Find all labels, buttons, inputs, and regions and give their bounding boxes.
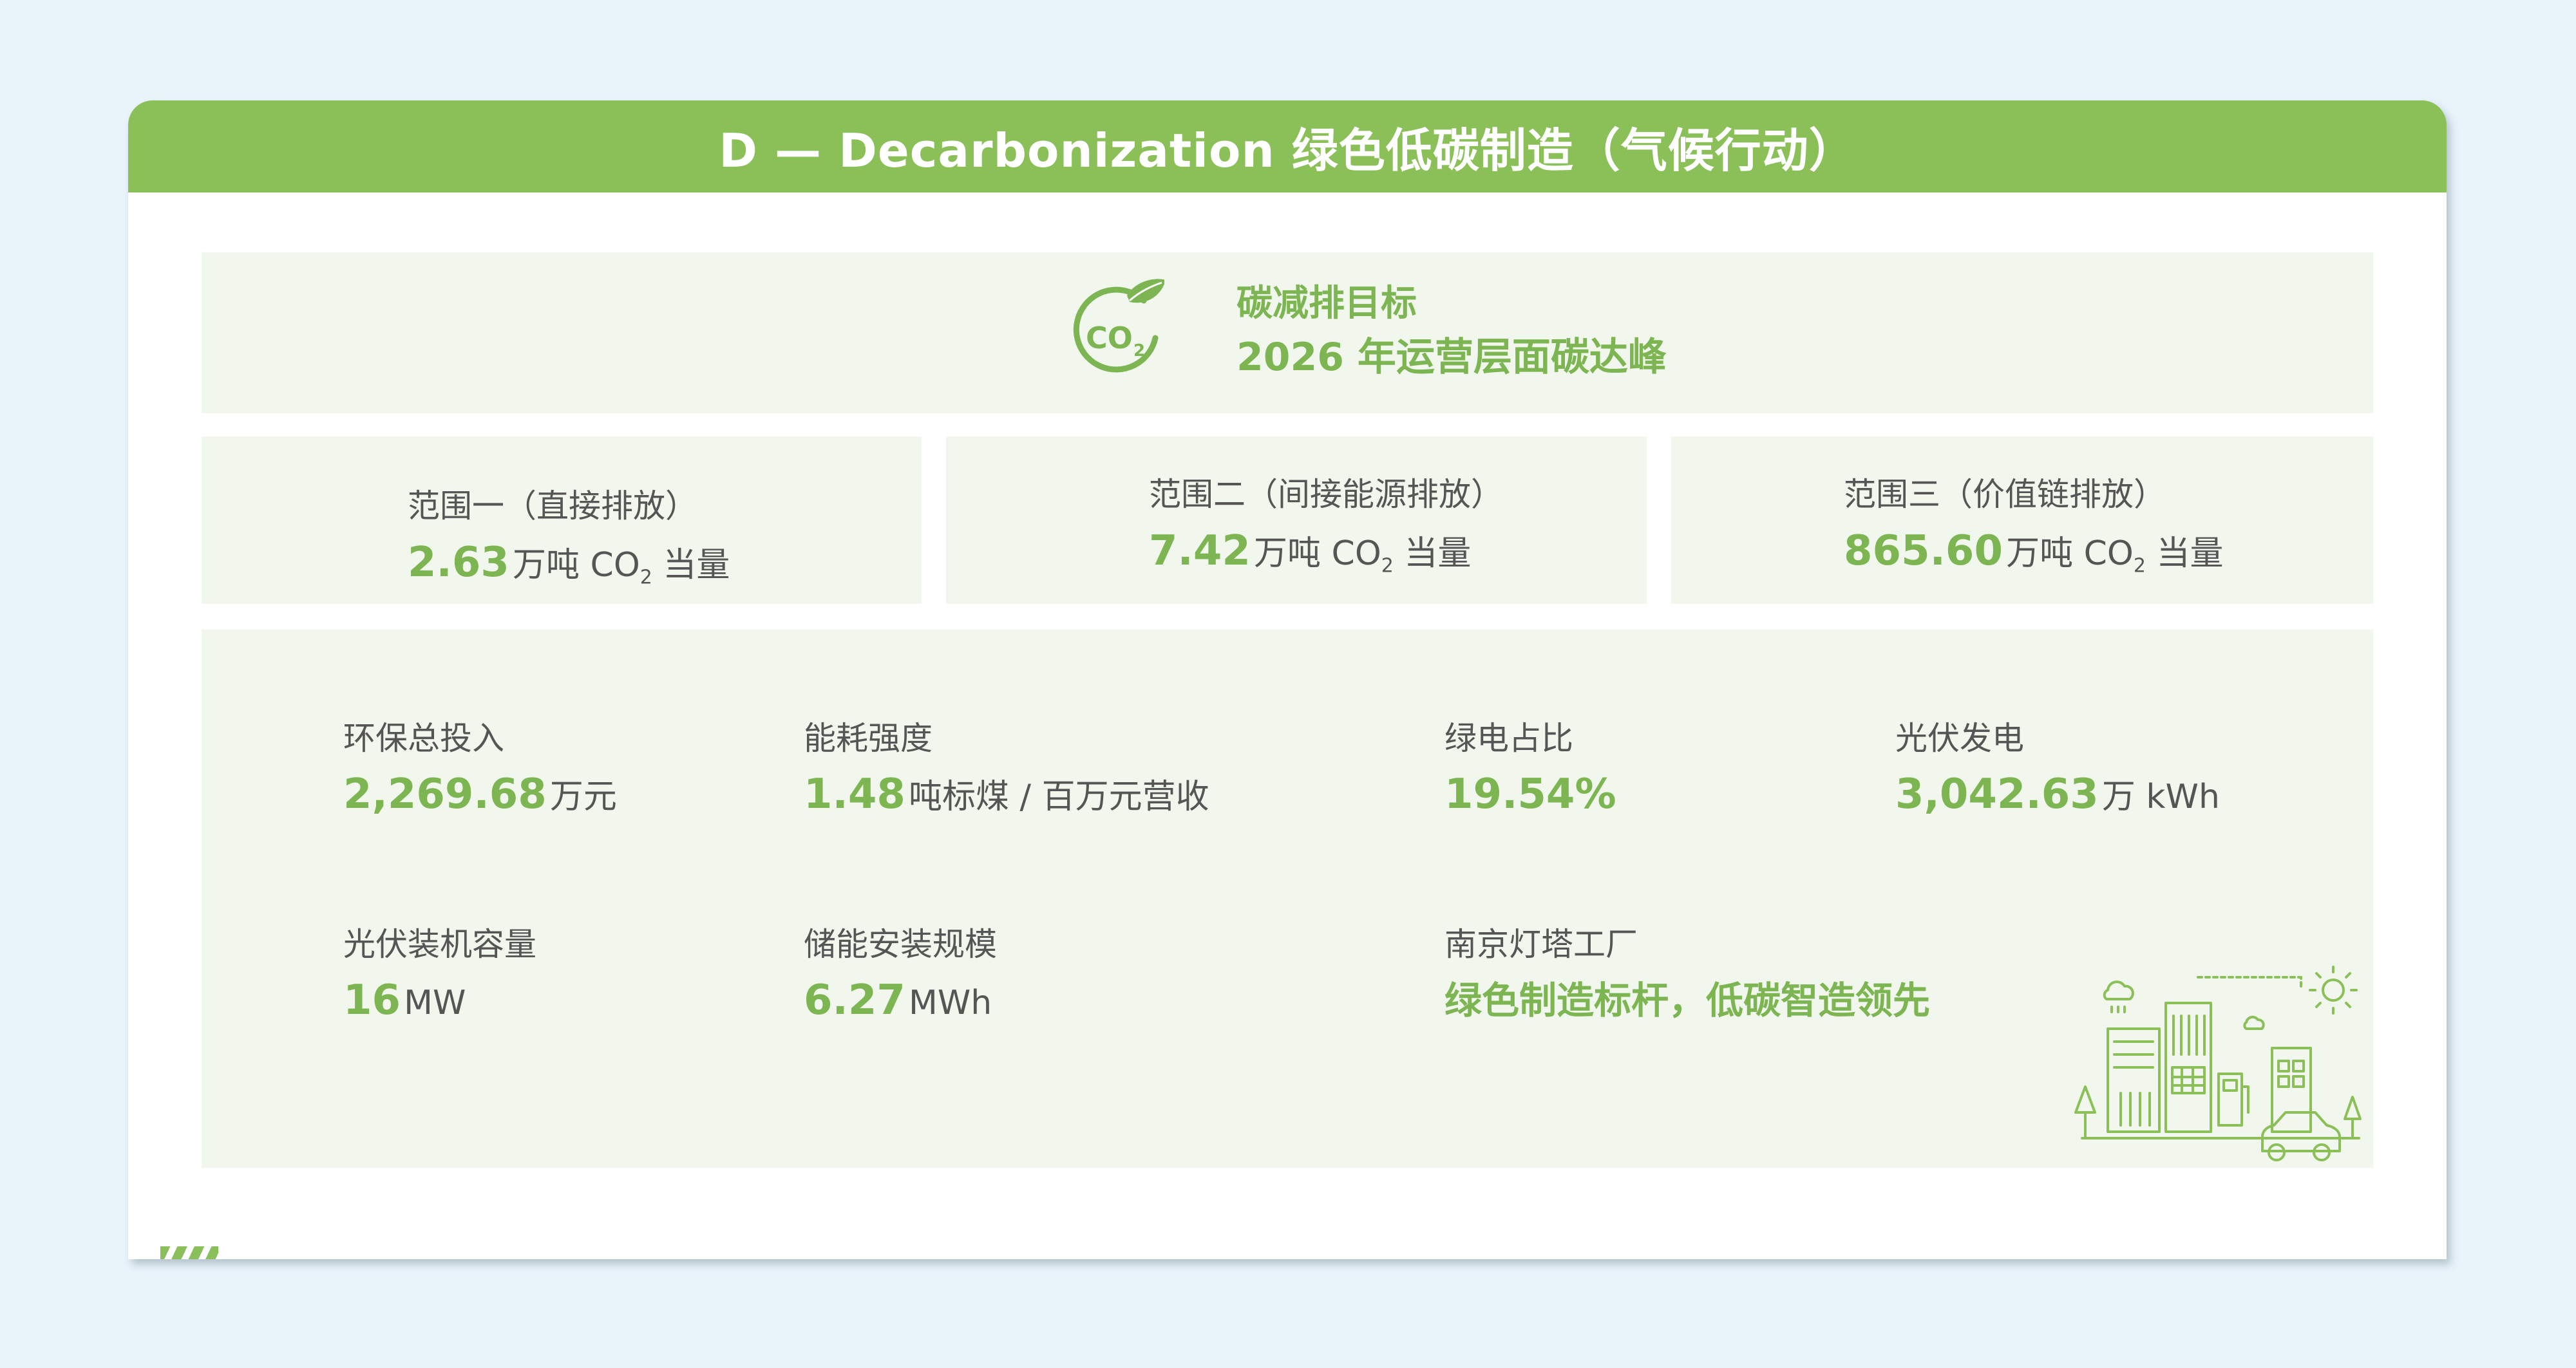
decarbonization-card: D — Decarbonization 绿色低碳制造（气候行动） CO 2 碳减… [128,100,2447,1259]
metric-lighthouse-factory: 南京灯塔工厂 绿色制造标杆，低碳智造领先 [1444,926,1931,1022]
metric-green-power-ratio: 绿电占比 19.54% [1444,720,1616,818]
scope-value: 7.42 [1149,527,1251,575]
metrics-panel: 环保总投入 2,269.68 万元 能耗强度 1.48 吨标煤 / 百万元营收 … [202,630,2373,1168]
co2-icon-sub: 2 [1133,341,1145,361]
scope-value: 2.63 [408,539,509,586]
scope-three-panel: 范围三（价值链排放） 865.60 万吨 CO2 当量 [1671,436,2373,604]
metric-storage-scale: 储能安装规模 6.27 MWh [804,926,997,1024]
scope-two-panel: 范围二（间接能源排放） 7.42 万吨 CO2 当量 [946,436,1647,604]
carbon-goal-panel: CO 2 碳减排目标 2026 年运营层面碳达峰 [202,252,2373,413]
scope-unit: 万吨 CO2 当量 [2006,534,2224,577]
scope-value: 865.60 [1844,527,2003,575]
scope-label: 范围二（间接能源排放） [1149,476,1503,513]
metric-pv-generation: 光伏发电 3,042.63 万 kWh [1895,720,2220,818]
scope-unit: 万吨 CO2 当量 [1254,534,1472,577]
co2-leaf-icon: CO 2 [1073,279,1164,373]
scope-one-panel: 范围一（直接排放） 2.63 万吨 CO2 当量 [202,436,922,604]
co2-icon-text: CO [1086,321,1133,355]
section-title: D — Decarbonization 绿色低碳制造（气候行动） [719,124,1856,178]
section-header: D — Decarbonization 绿色低碳制造（气候行动） [128,100,2447,192]
goal-label: 碳减排目标 [1236,283,1417,324]
goal-value: 2026 年运营层面碳达峰 [1236,335,1667,380]
green-city-illustration-icon [2074,966,2362,1161]
metric-pv-capacity: 光伏装机容量 16 MW [343,926,536,1024]
metric-energy-intensity: 能耗强度 1.48 吨标煤 / 百万元营收 [804,720,1209,818]
scope-unit: 万吨 CO2 当量 [513,546,730,589]
scope-label: 范围一（直接排放） [408,487,697,525]
scope-label: 范围三（价值链排放） [1844,476,2166,513]
metric-environmental-investment: 环保总投入 2,269.68 万元 [343,720,617,818]
